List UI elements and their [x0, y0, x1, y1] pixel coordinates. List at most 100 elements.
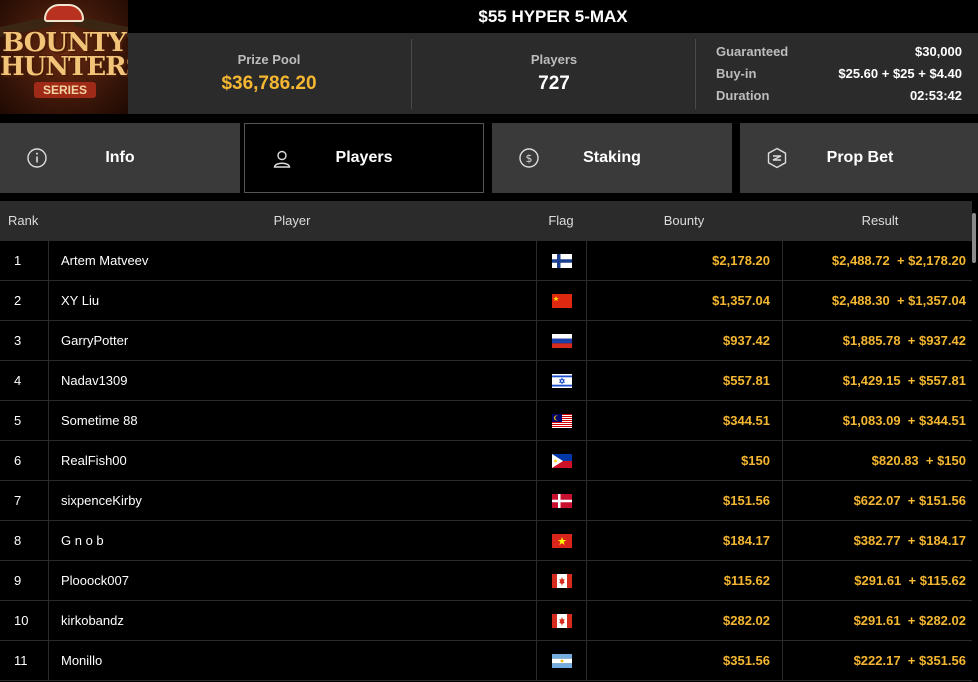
flag-cell	[536, 401, 586, 440]
players-count: Players 727	[412, 33, 696, 114]
tab-info[interactable]: Info	[0, 123, 240, 193]
detail-buy-in: Buy-in $25.60 + $25 + $4.40	[716, 66, 962, 81]
player-name-cell: Plooock007	[48, 561, 536, 600]
tab-players[interactable]: Players	[244, 123, 484, 193]
rank-cell: 2	[14, 293, 22, 308]
logo-line-3: SERIES	[34, 82, 96, 98]
tab-prop-bet[interactable]: Prop Bet	[740, 123, 978, 193]
bounty-cell: $184.17	[586, 521, 782, 560]
flag-cell	[536, 521, 586, 560]
players-value: 727	[538, 73, 570, 94]
bounty-cell: $115.62	[586, 561, 782, 600]
bounty-cell: $1,357.04	[586, 281, 782, 320]
result-cell: $291.61 + $282.02	[782, 601, 972, 640]
detail-duration: Duration 02:53:42	[716, 88, 962, 103]
players-label: Players	[530, 52, 578, 67]
canada-flag-icon	[551, 613, 572, 628]
players-table-header: Rank Player Flag Bounty Result	[0, 201, 972, 241]
bounty-hunters-logo: BOUNTY HUNTERS SERIES	[0, 0, 128, 114]
table-row[interactable]: 7 sixpenceKirby $151.56 $622.07 + $151.56	[0, 481, 972, 521]
bounty-cell: $2,178.20	[586, 241, 782, 280]
table-row[interactable]: 9 Plooock007 $115.62 $291.61 + $115.62	[0, 561, 972, 601]
rank-cell: 5	[14, 413, 22, 428]
tournament-stats: Prize Pool $36,786.20 Players 727 Guaran…	[128, 33, 978, 114]
player-name-cell: G n o b	[48, 521, 536, 560]
result-cell: $222.17 + $351.56	[782, 641, 972, 680]
prize-pool-value: $36,786.20	[221, 73, 317, 94]
result-cell: $1,083.09 + $344.51	[782, 401, 972, 440]
result-cell: $2,488.30 + $1,357.04	[782, 281, 972, 320]
player-name-cell: Monillo	[48, 641, 536, 680]
bounty-cell: $344.51	[586, 401, 782, 440]
result-cell: $382.77 + $184.17	[782, 521, 972, 560]
flag-cell	[536, 641, 586, 680]
detail-guaranteed: Guaranteed $30,000	[716, 44, 962, 59]
column-player[interactable]: Player	[48, 201, 536, 241]
table-row[interactable]: 6 RealFish00 $150 $820.83 + $150	[0, 441, 972, 481]
player-name-cell: kirkobandz	[48, 601, 536, 640]
rank-cell: 11	[14, 653, 28, 668]
bounty-cell: $937.42	[586, 321, 782, 360]
tournament-details: Guaranteed $30,000 Buy-in $25.60 + $25 +…	[716, 41, 962, 107]
bounty-cell: $557.81	[586, 361, 782, 400]
table-row[interactable]: 4 Nadav1309 $557.81 $1,429.15 + $557.81	[0, 361, 972, 401]
china-flag-icon	[551, 293, 572, 308]
column-bounty[interactable]: Bounty	[586, 201, 782, 241]
result-cell: $622.07 + $151.56	[782, 481, 972, 520]
hat-icon	[44, 4, 84, 22]
argentina-flag-icon	[551, 653, 572, 668]
russia-flag-icon	[551, 333, 572, 348]
prize-pool: Prize Pool $36,786.20	[128, 33, 410, 114]
flag-cell	[536, 321, 586, 360]
table-row[interactable]: 1 Artem Matveev $2,178.20 $2,488.72 + $2,17…	[0, 241, 972, 281]
bounty-cell: $351.56	[586, 641, 782, 680]
finland-flag-icon	[551, 253, 572, 268]
table-row[interactable]: 5 Sometime 88 $344.51 $1,083.09 + $344.51	[0, 401, 972, 441]
table-row[interactable]: 3 GarryPotter $937.42 $1,885.78 + $937.42	[0, 321, 972, 361]
result-cell: $2,488.72 + $2,178.20	[782, 241, 972, 280]
player-name-cell: RealFish00	[48, 441, 536, 480]
player-name-cell: GarryPotter	[48, 321, 536, 360]
players-table-body: 1 Artem Matveev $2,178.20 $2,488.72 + $2,17…	[0, 241, 972, 681]
malaysia-flag-icon	[551, 413, 572, 428]
info-icon	[27, 148, 47, 168]
table-row[interactable]: 11 Monillo $351.56 $222.17 + $351.56	[0, 641, 972, 681]
dollar-coin-icon: $	[519, 148, 539, 168]
player-name-cell: Nadav1309	[48, 361, 536, 400]
rank-cell: 3	[14, 333, 22, 348]
bounty-cell: $282.02	[586, 601, 782, 640]
player-name-cell: XY Liu	[48, 281, 536, 320]
rank-cell: 10	[14, 613, 29, 628]
divider	[695, 39, 696, 109]
player-name-cell: sixpenceKirby	[48, 481, 536, 520]
flag-cell	[536, 241, 586, 280]
rank-cell: 1	[14, 253, 22, 268]
player-name-cell: Sometime 88	[48, 401, 536, 440]
tab-staking[interactable]: $ Staking	[492, 123, 732, 193]
svg-text:$: $	[526, 152, 533, 165]
bounty-cell: $150	[586, 441, 782, 480]
flag-cell	[536, 601, 586, 640]
prize-pool-label: Prize Pool	[237, 52, 301, 67]
rank-cell: 6	[14, 453, 22, 468]
philippines-flag-icon	[551, 453, 572, 468]
denmark-flag-icon	[551, 493, 572, 508]
table-row[interactable]: 2 XY Liu $1,357.04 $2,488.30 + $1,357.04	[0, 281, 972, 321]
table-row[interactable]: 8 G n o b $184.17 $382.77 + $184.17	[0, 521, 972, 561]
player-name-cell: Artem Matveev	[48, 241, 536, 280]
column-rank[interactable]: Rank	[8, 201, 38, 241]
column-flag[interactable]: Flag	[536, 201, 586, 241]
vietnam-flag-icon	[551, 533, 572, 548]
result-cell: $1,885.78 + $937.42	[782, 321, 972, 360]
result-cell: $820.83 + $150	[782, 441, 972, 480]
flag-cell	[536, 561, 586, 600]
table-row[interactable]: 10 kirkobandz $282.02 $291.61 + $282.02	[0, 601, 972, 641]
canada-flag-icon	[551, 573, 572, 588]
scrollbar[interactable]	[972, 213, 976, 263]
flag-cell	[536, 281, 586, 320]
user-icon	[273, 150, 291, 168]
column-result[interactable]: Result	[782, 201, 978, 241]
result-cell: $1,429.15 + $557.81	[782, 361, 972, 400]
flag-cell	[536, 361, 586, 400]
logo-line-2: HUNTERS	[0, 52, 128, 82]
